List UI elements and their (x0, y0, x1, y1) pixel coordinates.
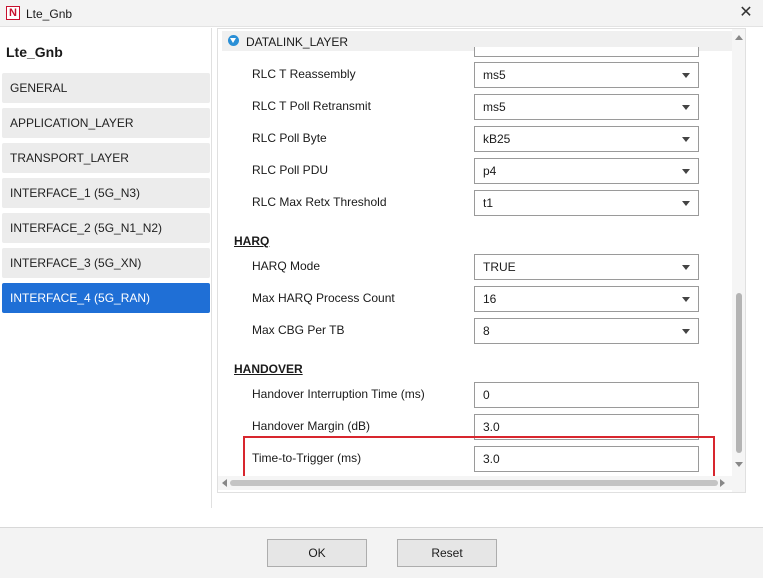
rlc-t-poll-retransmit-select[interactable]: ms5 (474, 94, 699, 120)
select-value: p4 (483, 164, 497, 178)
rlc-max-retx-threshold-select[interactable]: t1 (474, 190, 699, 216)
field-label: Handover Margin (dB) (252, 419, 371, 433)
chevron-down-icon (682, 265, 690, 270)
sidebar-title: Lte_Gnb (6, 44, 63, 60)
sidebar-item-interface-4[interactable]: INTERFACE_4 (5G_RAN) (2, 283, 210, 313)
chevron-down-icon (682, 169, 690, 174)
section-title: DATALINK_LAYER (246, 35, 349, 49)
rlc-poll-pdu-select[interactable]: p4 (474, 158, 699, 184)
field-label: RLC T Poll Retransmit (252, 99, 371, 113)
chevron-down-icon (682, 201, 690, 206)
select-value: 8 (483, 324, 490, 338)
select-value: ms5 (483, 100, 506, 114)
field-label: Max HARQ Process Count (252, 291, 395, 305)
chevron-down-icon (682, 137, 690, 142)
title-bar: N Lte_Gnb ✕ (0, 0, 763, 27)
scrollbar-thumb[interactable] (230, 480, 718, 486)
sidebar-item-interface-3[interactable]: INTERFACE_3 (5G_XN) (2, 248, 210, 278)
group-title-harq: HARQ (234, 234, 270, 248)
chevron-down-icon (682, 105, 690, 110)
properties-panel: DATALINK_LAYER RLC T Reassembly ms5 RLC … (217, 28, 746, 493)
chevron-down-icon (682, 73, 690, 78)
chevron-down-icon (682, 297, 690, 302)
field-label: RLC T Reassembly (252, 67, 356, 81)
vertical-scrollbar[interactable] (732, 29, 745, 492)
dialog-footer: OK Reset (0, 527, 763, 578)
rlc-poll-byte-select[interactable]: kB25 (474, 126, 699, 152)
sidebar-item-general[interactable]: GENERAL (2, 73, 210, 103)
field-label: Handover Interruption Time (ms) (252, 387, 425, 401)
harq-mode-select[interactable]: TRUE (474, 254, 699, 280)
chevron-down-icon (682, 329, 690, 334)
select-value: 16 (483, 292, 497, 306)
app-logo-icon: N (6, 6, 20, 20)
sidebar: Lte_Gnb GENERAL APPLICATION_LAYER TRANSP… (0, 28, 212, 508)
close-icon[interactable]: ✕ (733, 3, 759, 23)
sidebar-item-interface-1[interactable]: INTERFACE_1 (5G_N3) (2, 178, 210, 208)
scroll-right-icon[interactable] (720, 479, 725, 487)
window-title: Lte_Gnb (26, 7, 73, 21)
highlight-box (243, 436, 715, 481)
collapse-triangle-icon[interactable] (228, 35, 239, 46)
sidebar-item-interface-2[interactable]: INTERFACE_2 (5G_N1_N2) (2, 213, 210, 243)
field-label: RLC Poll PDU (252, 163, 329, 177)
select-value: kB25 (483, 132, 511, 146)
partial-field[interactable] (474, 47, 699, 57)
select-value: t1 (483, 196, 494, 210)
reset-button[interactable]: Reset (397, 539, 497, 567)
field-label: RLC Max Retx Threshold (252, 195, 387, 209)
scroll-down-icon[interactable] (735, 462, 743, 467)
select-value: TRUE (483, 260, 516, 274)
max-harq-process-count-select[interactable]: 16 (474, 286, 699, 312)
scroll-up-icon[interactable] (735, 35, 743, 40)
scroll-left-icon[interactable] (222, 479, 227, 487)
rlc-t-reassembly-select[interactable]: ms5 (474, 62, 699, 88)
sidebar-item-transport-layer[interactable]: TRANSPORT_LAYER (2, 143, 210, 173)
horizontal-scrollbar[interactable] (218, 476, 732, 490)
handover-interruption-time-input[interactable]: 0 (474, 382, 699, 408)
field-label: RLC Poll Byte (252, 131, 327, 145)
group-title-handover: HANDOVER (234, 362, 303, 376)
max-cbg-per-tb-select[interactable]: 8 (474, 318, 699, 344)
select-value: ms5 (483, 68, 506, 82)
sidebar-item-application-layer[interactable]: APPLICATION_LAYER (2, 108, 210, 138)
field-label: HARQ Mode (252, 259, 321, 273)
ok-button[interactable]: OK (267, 539, 367, 567)
scrollbar-thumb[interactable] (736, 293, 742, 453)
field-label: Max CBG Per TB (252, 323, 345, 337)
